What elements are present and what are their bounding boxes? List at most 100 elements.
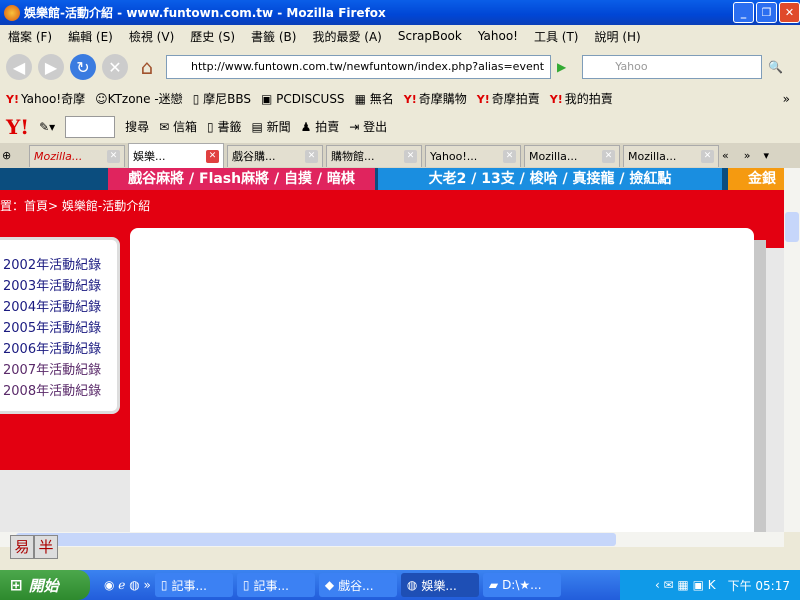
auction-button[interactable]: ♟ 拍賣 [301, 118, 340, 135]
windows-logo-icon: ⊞ [10, 576, 23, 594]
news-button[interactable]: ▤ 新聞 [251, 118, 290, 135]
gold-banner[interactable]: 金銀 [728, 168, 784, 190]
taskbar-item[interactable]: ▯ 記事... [154, 573, 233, 597]
tray-icons[interactable]: ‹ ✉ ▦ ▣ K [655, 578, 716, 592]
tab[interactable]: Mozilla... ✕ [524, 144, 620, 167]
forward-button[interactable]: ▶ [38, 54, 64, 80]
menu-yahoo[interactable]: Yahoo! [478, 29, 518, 43]
bookmark-kimo-shopping[interactable]: Y! 奇摩購物 [404, 90, 467, 107]
page-content: 戲谷麻將 / Flash麻將 / 自摸 / 暗棋 大老2 / 13支 / 梭哈 … [0, 168, 784, 532]
menu-favorites[interactable]: 我的最愛 (A) [312, 28, 381, 45]
breadcrumb: 置：首頁> 娛樂館-活動介紹 [0, 199, 151, 213]
system-tray: ‹ ✉ ▦ ▣ K 下午 05:17 [620, 570, 800, 600]
bookmark-ktzone[interactable]: ☺KTzone -迷戀 [95, 90, 183, 107]
menu-file[interactable]: 檔案 (F) [8, 28, 52, 45]
horizontal-scroll-thumb[interactable] [16, 533, 616, 546]
menu-help[interactable]: 說明 (H) [595, 28, 641, 45]
ime-mode[interactable]: 易 [10, 535, 34, 559]
tab-bar: ⊕ Mozilla... ✕ 娛樂... ✕ 戲谷購... ✕ 購物館... ✕ Yah… [0, 143, 800, 168]
taskbar: ⊞ 開始 ◉ ℯ ◍ » ▯ 記事... ▯ 記事... ◆ 戲谷... ◍ 娛樂… [0, 570, 800, 600]
tab[interactable]: 娛樂... ✕ [128, 143, 224, 168]
record-link-2005[interactable]: 2005年活動紀錄 [3, 317, 117, 338]
back-button[interactable]: ◀ [6, 54, 32, 80]
yahoo-search-input[interactable] [65, 115, 116, 138]
title-bar: 娛樂館-活動介紹 - www.funtown.com.tw - Mozilla … [0, 0, 800, 25]
taskbar-item[interactable]: ▰ D:\★... [482, 573, 561, 597]
stop-button[interactable]: ✕ [102, 54, 128, 80]
tab[interactable]: Mozilla... ✕ [29, 144, 125, 167]
bookmark-kimo-auction[interactable]: Y! 奇摩拍賣 [477, 90, 540, 107]
horizontal-scrollbar[interactable] [0, 532, 784, 547]
menu-edit[interactable]: 編輯 (E) [68, 28, 113, 45]
tab[interactable]: Mozilla... ✕ [623, 144, 719, 167]
maximize-button[interactable]: ❐ [756, 2, 777, 23]
quick-launch-icons[interactable]: ◉ ℯ ◍ » [104, 578, 151, 592]
tab-close-icon[interactable]: ✕ [503, 149, 516, 163]
vertical-scroll-thumb[interactable] [785, 212, 799, 242]
tab-close-icon[interactable]: ✕ [404, 149, 417, 163]
tab-close-icon[interactable]: ✕ [602, 149, 615, 163]
yahoo-toolbar: Y! ✎▾ 搜尋 ✉ 信箱 ▯ 書籤 ▤ 新聞 ♟ 拍賣 ⇥ 登出 [0, 110, 800, 143]
mahjong-banner[interactable]: 戲谷麻將 / Flash麻將 / 自摸 / 暗棋 [108, 168, 375, 190]
taskbar-item[interactable]: ◍ 娛樂... [400, 573, 479, 597]
record-link-2004[interactable]: 2004年活動紀錄 [3, 296, 117, 317]
navigation-toolbar: ◀ ▶ ↻ ✕ ⌂ http://www.funtown.com.tw/newf… [0, 47, 800, 87]
menu-scrapbook[interactable]: ScrapBook [398, 29, 462, 43]
go-button[interactable]: ▶ [557, 60, 566, 74]
tab-scroll-left[interactable]: « [722, 149, 729, 162]
yahoo-search-button[interactable]: 搜尋 [125, 118, 149, 135]
firefox-icon [4, 4, 20, 21]
tab[interactable]: Yahoo!... ✕ [425, 144, 521, 167]
search-input[interactable]: Yahoo [582, 55, 763, 79]
bookmark-pcdiscuss[interactable]: ▣ PCDISCUSS [261, 92, 345, 106]
tab-scroll-right[interactable]: » [744, 149, 751, 162]
tab-close-icon[interactable]: ✕ [107, 149, 120, 163]
taskbar-item[interactable]: ◆ 戲谷... [318, 573, 397, 597]
minimize-button[interactable]: _ [733, 2, 754, 23]
yahoo-logo[interactable]: Y! [6, 115, 29, 139]
pencil-icon[interactable]: ✎▾ [39, 120, 55, 134]
tab[interactable]: 購物館... ✕ [326, 144, 422, 167]
bookmark-moni-bbs[interactable]: ▯ 摩尼BBS [193, 90, 251, 107]
record-link-2006[interactable]: 2006年活動紀錄 [3, 338, 117, 359]
url-bar[interactable]: http://www.funtown.com.tw/newfuntown/ind… [166, 55, 551, 79]
tab-close-icon[interactable]: ✕ [305, 149, 318, 163]
reload-button[interactable]: ↻ [70, 54, 96, 80]
clock: 下午 05:17 [727, 578, 790, 593]
bookmark-my-auction[interactable]: Y! 我的拍賣 [550, 90, 613, 107]
panel-shadow [754, 240, 766, 532]
ime-halfwidth[interactable]: 半 [34, 535, 58, 559]
taskbar-item[interactable]: ▯ 記事... [236, 573, 315, 597]
record-link-2002[interactable]: 2002年活動紀錄 [3, 254, 117, 275]
home-button[interactable]: ⌂ [134, 54, 160, 80]
window-title: 娛樂館-活動介紹 - www.funtown.com.tw - Mozilla … [24, 6, 386, 20]
url-text: http://www.funtown.com.tw/newfuntown/ind… [191, 60, 545, 73]
bookmark-wretch[interactable]: ▦ 無名 [355, 90, 394, 107]
poker-banner[interactable]: 大老2 / 13支 / 梭哈 / 真接龍 / 撿紅點 [378, 168, 722, 190]
bookmark-yahoo-kimo[interactable]: Y! Yahoo!奇摩 [6, 90, 85, 107]
search-icon[interactable]: 🔍 [768, 60, 783, 74]
record-link-2008[interactable]: 2008年活動紀錄 [3, 380, 117, 401]
menu-bar: 檔案 (F) 編輯 (E) 檢視 (V) 歷史 (S) 書籤 (B) 我的最愛 … [0, 25, 800, 47]
chevron-more-icon[interactable]: » [783, 92, 790, 106]
mail-button[interactable]: ✉ 信箱 [159, 118, 197, 135]
bookmarks-button[interactable]: ▯ 書籤 [207, 118, 241, 135]
ime-toolbar[interactable]: 易 半 [10, 535, 58, 559]
start-button[interactable]: ⊞ 開始 [0, 570, 90, 600]
menu-view[interactable]: 檢視 (V) [129, 28, 174, 45]
tab-close-icon[interactable]: ✕ [206, 149, 219, 163]
tab[interactable]: 戲谷購... ✕ [227, 144, 323, 167]
close-button[interactable]: ✕ [779, 2, 800, 23]
vertical-scrollbar[interactable] [784, 168, 800, 532]
tab-close-icon[interactable]: ✕ [701, 149, 714, 163]
menu-history[interactable]: 歷史 (S) [190, 28, 235, 45]
tab-list-icon[interactable]: ▾ [763, 149, 769, 162]
new-tab-icon[interactable]: ⊕ [2, 149, 26, 162]
activity-records-menu: 2002年活動紀錄 2003年活動紀錄 2004年活動紀錄 2005年活動紀錄 … [0, 237, 120, 414]
menu-bookmarks[interactable]: 書籤 (B) [251, 28, 296, 45]
status-bar [0, 547, 800, 570]
menu-tools[interactable]: 工具 (T) [534, 28, 579, 45]
record-link-2003[interactable]: 2003年活動紀錄 [3, 275, 117, 296]
record-link-2007[interactable]: 2007年活動紀錄 [3, 359, 117, 380]
logout-button[interactable]: ⇥ 登出 [349, 118, 387, 135]
